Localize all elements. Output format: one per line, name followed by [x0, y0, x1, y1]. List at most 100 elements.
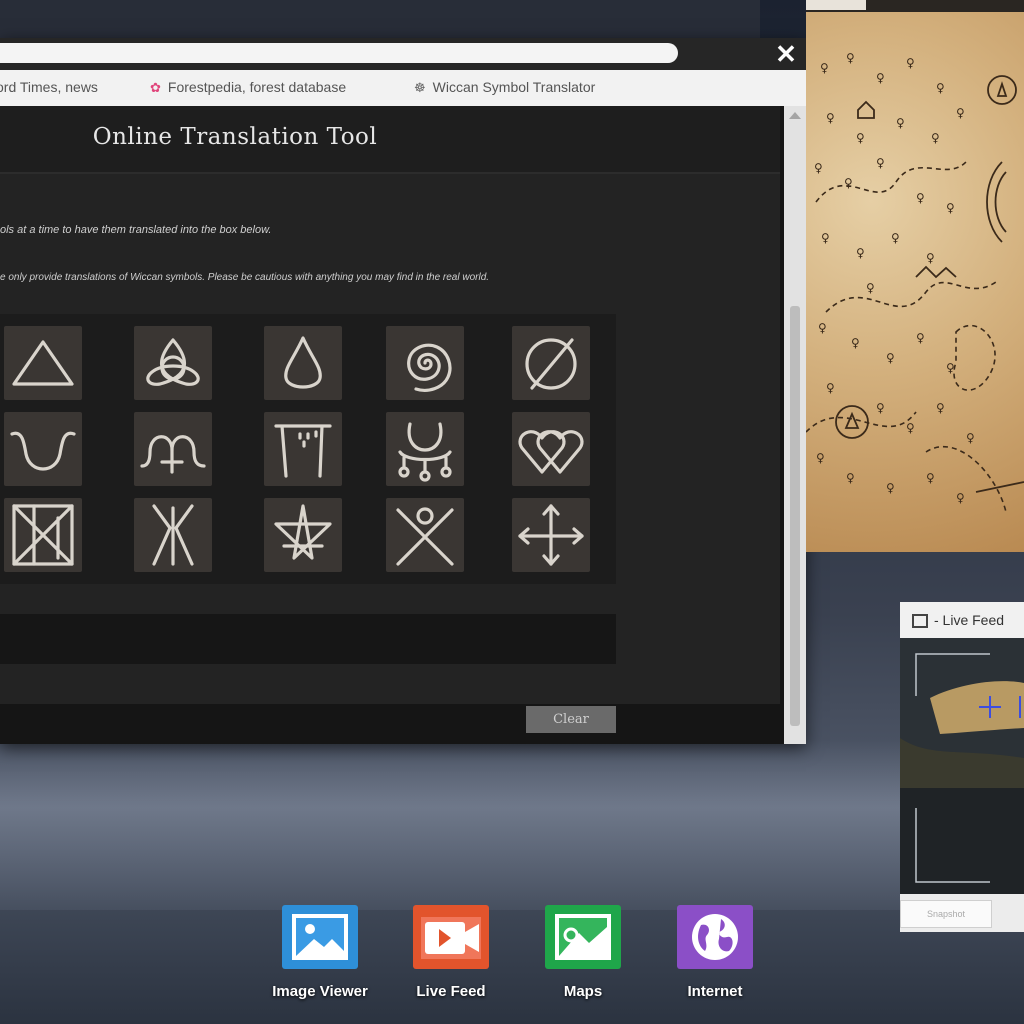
dock-live-feed[interactable]: Live Feed [401, 905, 501, 1000]
svg-text:♀: ♀ [906, 56, 915, 70]
symbol-slashed-circle[interactable] [512, 326, 590, 400]
gate-icon [274, 424, 332, 478]
horned-curve-icon [10, 431, 76, 471]
svg-text:♀: ♀ [818, 321, 827, 335]
pentacle-icon: ☸ [414, 80, 426, 95]
svg-text:♀: ♀ [826, 381, 835, 395]
scrollbar[interactable] [784, 106, 806, 744]
bookmark-forestpedia[interactable]: ✿ Forestpedia, forest database [150, 79, 346, 96]
svg-text:♀: ♀ [851, 336, 860, 350]
septagram-icon [274, 504, 332, 560]
arrow-cross-icon [518, 504, 584, 566]
svg-text:♀: ♀ [876, 71, 885, 85]
dock-maps[interactable]: Maps [533, 905, 633, 1000]
double-heart-icon [518, 430, 584, 474]
snapshot-button[interactable]: Snapshot [900, 900, 992, 928]
svg-text:♀: ♀ [946, 361, 955, 375]
crescent-charms-icon [398, 422, 452, 482]
symbol-septagram[interactable] [264, 498, 342, 572]
clear-button[interactable]: Clear [526, 706, 616, 733]
bookmark-label: Wiccan Symbol Translator [432, 79, 596, 95]
live-feed-title: - Live Feed [934, 612, 1005, 628]
svg-text:♀: ♀ [820, 61, 829, 75]
water-drop-icon [284, 336, 322, 389]
svg-text:♀: ♀ [931, 131, 940, 145]
svg-text:♀: ♀ [926, 251, 935, 265]
bookmark-news[interactable]: ord Times, news [0, 79, 98, 95]
svg-text:♀: ♀ [846, 471, 855, 485]
svg-text:♀: ♀ [916, 331, 925, 345]
page-title: Online Translation Tool [92, 124, 378, 150]
video-camera-icon [413, 905, 489, 969]
figure-x-icon [396, 507, 454, 566]
map-titlebar [806, 0, 1024, 12]
svg-text:♀: ♀ [866, 281, 875, 295]
symbol-spiral[interactable] [386, 326, 464, 400]
dock-internet[interactable]: Internet [665, 905, 765, 1000]
symbol-double-arch[interactable] [134, 412, 212, 486]
tool-header: Online Translation Tool [0, 106, 780, 174]
rune-star-icon [152, 504, 194, 566]
svg-text:♀: ♀ [916, 191, 925, 205]
svg-text:♀: ♀ [886, 481, 895, 495]
symbol-gate[interactable] [264, 412, 342, 486]
symbol-arrow-cross[interactable] [512, 498, 590, 572]
symbol-double-heart[interactable] [512, 412, 590, 486]
svg-text:♀: ♀ [896, 116, 905, 130]
map-tab[interactable] [806, 0, 866, 10]
tool-body: ols at a time to have them translated in… [0, 174, 780, 704]
desktop-background [0, 740, 1024, 910]
browser-titlebar: ✕ [0, 38, 806, 70]
bookmarks-bar: ord Times, news ✿ Forestpedia, forest dat… [0, 70, 806, 107]
dock-image-viewer[interactable]: Image Viewer [270, 905, 370, 1000]
close-button[interactable]: ✕ [770, 38, 802, 70]
svg-text:♀: ♀ [856, 131, 865, 145]
address-bar[interactable] [0, 43, 678, 63]
svg-text:♀: ♀ [946, 201, 955, 215]
symbol-crescent-charms[interactable] [386, 412, 464, 486]
scroll-thumb[interactable] [790, 306, 800, 726]
svg-text:♀: ♀ [926, 471, 935, 485]
symbol-triangle[interactable] [4, 326, 82, 400]
svg-text:♀: ♀ [936, 401, 945, 415]
symbol-figure-x[interactable] [386, 498, 464, 572]
browser-window: ✕ ord Times, news ✿ Forestpedia, forest d… [0, 38, 806, 744]
double-arch-icon [140, 435, 206, 474]
treasure-map-image: ♀ ♀ ♀ ♀ ♀ ♀ ♀ ♀ ♀ ♀ ♀ ♀ ♀ ♀ ♀ ♀ ♀ ♀ ♀ ♀ ♀ ♀ ♀ ♀ ♀ ♀ ♀ ♀ ♀ ♀ ♀ ♀ ♀ ♀… [806, 12, 1024, 552]
bookmark-wiccan-translator[interactable]: ☸ Wiccan Symbol Translator [414, 79, 595, 96]
svg-text:♀: ♀ [876, 401, 885, 415]
svg-text:♀: ♀ [906, 421, 915, 435]
symbol-triquetra[interactable] [134, 326, 212, 400]
symbol-boxed-x[interactable] [4, 498, 82, 572]
triquetra-icon [146, 338, 200, 386]
leaf-icon: ✿ [150, 80, 161, 95]
globe-icon [677, 905, 753, 969]
svg-text:♀: ♀ [936, 81, 945, 95]
svg-text:♀: ♀ [966, 431, 975, 445]
bookmark-label: Forestpedia, forest database [167, 79, 347, 95]
forest-map-drawing: ♀ ♀ ♀ ♀ ♀ ♀ ♀ ♀ ♀ ♀ ♀ ♀ ♀ ♀ ♀ ♀ ♀ ♀ ♀ ♀ ♀ ♀ ♀ ♀ ♀ ♀ ♀ ♀ ♀ ♀ ♀ ♀ ♀ ♀… [806, 51, 1024, 513]
camera-feed-image [900, 638, 1024, 894]
spiral-icon [407, 343, 452, 392]
map-icon [545, 905, 621, 969]
symbol-rune-star[interactable] [134, 498, 212, 572]
svg-text:♀: ♀ [826, 111, 835, 125]
svg-text:♀: ♀ [816, 451, 825, 465]
window-icon [912, 614, 928, 629]
svg-text:♀: ♀ [876, 156, 885, 170]
symbol-water-drop[interactable] [264, 326, 342, 400]
dock-label: Image Viewer [272, 983, 368, 1000]
symbol-horned-curve[interactable] [4, 412, 82, 486]
svg-text:♀: ♀ [856, 246, 865, 260]
slashed-circle-icon [525, 338, 577, 390]
svg-text:♀: ♀ [956, 491, 965, 505]
dock-label: Live Feed [416, 983, 486, 1000]
live-feed-titlebar: - Live Feed [900, 602, 1024, 638]
triangle-icon [12, 340, 74, 386]
instruction-text: ols at a time to have them translated in… [0, 224, 272, 236]
dock-label: Maps [563, 983, 603, 1000]
camera-view [900, 638, 1024, 894]
symbol-grid [0, 314, 616, 584]
image-viewer-icon [282, 905, 358, 969]
scroll-up-arrow-icon[interactable] [789, 112, 801, 119]
